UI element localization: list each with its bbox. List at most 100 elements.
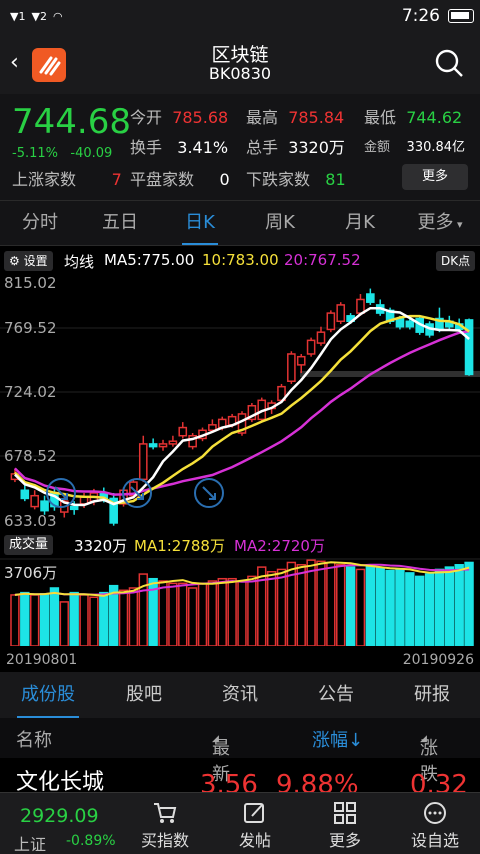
tab-daily-k[interactable]: 日K: [160, 201, 240, 245]
tab-more[interactable]: 更多 ▾: [400, 201, 480, 245]
volume-bar: [237, 580, 247, 646]
start-date: 20190801: [6, 652, 78, 668]
volume-bar: [89, 596, 99, 646]
tab-forum[interactable]: 股吧: [96, 672, 192, 718]
volume-bar: [10, 594, 20, 646]
clock: 7:26: [401, 6, 440, 26]
index-change: -0.89%: [66, 833, 116, 849]
tab-news[interactable]: 资讯: [192, 672, 288, 718]
volume-bar: [128, 587, 139, 646]
volume-bar: [276, 568, 287, 646]
volume-bar: [395, 568, 405, 646]
candle: [69, 505, 79, 511]
ma10-value: 10:783.00: [202, 251, 279, 269]
down-count-field: 下跌家数 81: [246, 170, 346, 189]
volume-bar: [247, 575, 257, 646]
y-tick: 633.03: [4, 512, 57, 530]
gridlines: [0, 327, 480, 457]
candle: [405, 320, 415, 328]
volume-bar: [336, 564, 346, 646]
tab-constituents[interactable]: 成份股: [0, 672, 96, 718]
volume-bar: [316, 560, 326, 646]
cart-icon: [154, 803, 177, 823]
amount-field: 金额 330.84亿: [364, 140, 466, 155]
low-field: 最低 744.62: [364, 108, 463, 127]
candle: [30, 494, 39, 508]
index-name: 上证: [14, 835, 47, 854]
add-watchlist-button[interactable]: 设自选: [390, 793, 480, 854]
tab-announcements[interactable]: 公告: [288, 672, 384, 718]
volume-max-label: 3706万: [4, 564, 57, 582]
dk-signal-icon[interactable]: [194, 478, 224, 508]
candle: [158, 443, 168, 448]
volume-bar: [296, 564, 306, 646]
turnover-field: 换手 3.41%: [130, 138, 229, 157]
tab-monthly-k[interactable]: 月K: [320, 201, 400, 245]
volume-bar: [405, 572, 415, 646]
volume-bar: [424, 573, 435, 646]
volume-indicator-button[interactable]: 成交量: [4, 535, 54, 555]
candle: [366, 293, 375, 303]
volume-bar: [39, 593, 50, 646]
ma5-line: [14, 306, 470, 507]
current-price: 744.68: [12, 102, 131, 142]
volume-bar: [306, 559, 316, 646]
volume-bar: [178, 582, 188, 646]
volume-bar: [345, 566, 356, 646]
more-button[interactable]: 更多: [402, 164, 468, 190]
period-tabs: 分时 五日 日K 周K 月K 更多 ▾: [0, 200, 480, 246]
bottom-nav: 2929.09 上证 -0.89% 买指数 发帖 更多 设自选: [0, 792, 480, 854]
column-change-pct[interactable]: 涨幅↓: [312, 726, 363, 752]
tab-weekly-k[interactable]: 周K: [240, 201, 320, 245]
index-value: 2929.09: [20, 805, 99, 827]
tab-intraday[interactable]: 分时: [0, 201, 80, 245]
up-count-field: 上涨家数 7: [12, 170, 122, 189]
column-name: 名称: [16, 730, 52, 751]
buy-index-button[interactable]: 买指数: [120, 793, 210, 854]
volume-bar: [415, 575, 425, 646]
volume-bar: [108, 584, 119, 646]
volume-bar: [207, 580, 218, 646]
index-ticker[interactable]: 2929.09 上证 -0.89%: [0, 793, 120, 854]
quote-panel: 744.68 -5.11% -40.09 今开 785.68 最高 785.84…: [0, 94, 480, 200]
volume-ma1: MA1:2788万: [134, 537, 225, 555]
sector-code: BK0830: [208, 64, 272, 83]
volume-bar: [197, 582, 208, 646]
volume-bar: [29, 594, 40, 646]
settings-button[interactable]: ⚙ 设置: [4, 251, 53, 271]
candle: [138, 443, 148, 481]
candle: [168, 440, 178, 445]
volume-bar: [20, 591, 30, 646]
dk-point-button[interactable]: DK点: [436, 251, 476, 271]
volume-bar: [49, 587, 60, 646]
volume-bar: [158, 580, 168, 646]
volume-ma2: MA2:2720万: [234, 537, 325, 555]
ma-legend: ⚙ 设置 均线 MA5:775.00 10:783.00 20:767.52 D…: [0, 248, 480, 274]
volume-bar: [79, 594, 89, 646]
more-menu-button[interactable]: 更多: [300, 793, 390, 854]
candle: [464, 319, 474, 376]
high-field: 最高 785.84: [246, 108, 345, 127]
volume-chart[interactable]: 3706万: [0, 558, 480, 646]
end-date: 20190926: [402, 652, 474, 668]
candle: [326, 312, 336, 331]
gear-icon: ⚙: [9, 254, 20, 268]
table-header: 名称 最新 ◢ 涨幅↓ 涨跌 ◢: [0, 718, 480, 785]
volume-value: 3320万: [74, 537, 128, 555]
candlestick-chart[interactable]: 815.02 769.52 724.02 678.52 633.03: [0, 274, 480, 532]
candle: [148, 443, 158, 448]
search-icon[interactable]: [434, 48, 464, 78]
open-field: 今开 785.68: [130, 108, 229, 127]
battery-icon: [448, 9, 474, 23]
candle: [356, 298, 365, 314]
y-tick: 678.52: [4, 447, 57, 465]
grid-icon: [334, 802, 356, 824]
volume-bar: [444, 566, 455, 646]
candle: [306, 339, 316, 355]
tab-research[interactable]: 研报: [384, 672, 480, 718]
volume-bar: [118, 589, 129, 646]
status-bar: ▼1 ▼2 ◠ 7:26: [0, 0, 480, 32]
tab-five-day[interactable]: 五日: [80, 201, 160, 245]
price-change: -5.11% -40.09: [12, 146, 113, 161]
post-button[interactable]: 发帖: [210, 793, 300, 854]
